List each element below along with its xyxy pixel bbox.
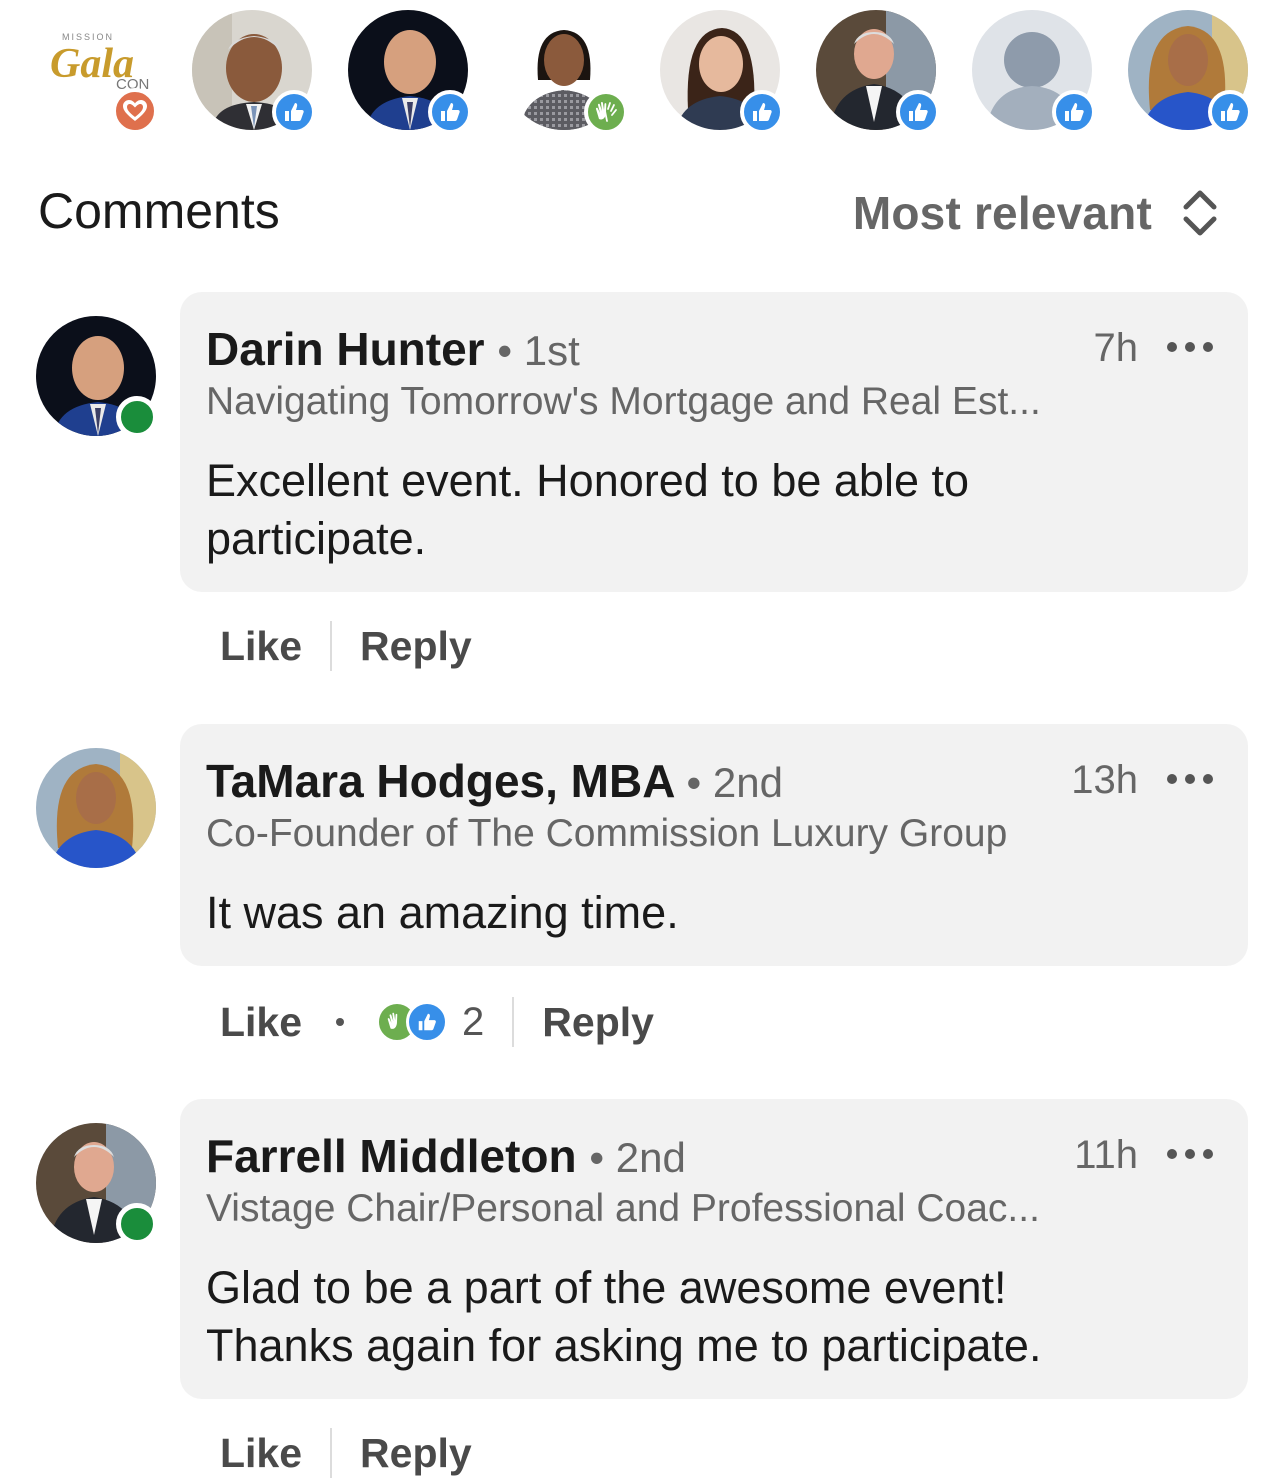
comment-text-line: participate. [206,513,427,564]
sort-chevrons-icon[interactable] [1178,183,1222,243]
action-divider [512,997,515,1047]
like-reaction-icon [406,1001,449,1043]
more-options-icon[interactable] [1166,772,1214,786]
comment-body: It was an amazing time. [206,884,1206,942]
like-reaction-icon [272,90,316,134]
like-button[interactable]: Like [220,1430,302,1477]
reactor-avatar[interactable] [816,10,940,134]
like-reaction-icon [896,90,940,134]
like-button[interactable]: Like [220,999,302,1046]
comment-actions: Like Reply [220,616,472,676]
comment-text-line: Thanks again for asking me to participat… [206,1320,1042,1371]
comment-bubble: TaMara Hodges, MBA • 2nd 13h Co-Founder … [180,724,1248,966]
more-options-icon[interactable] [1166,1147,1214,1161]
commenter-headline: Navigating Tomorrow's Mortgage and Real … [206,380,1041,423]
more-options-icon[interactable] [1166,340,1214,354]
connection-degree: • 2nd [589,1134,686,1181]
commenter-headline: Co-Founder of The Commission Luxury Grou… [206,812,1008,855]
love-reaction-icon [112,88,158,134]
sort-dropdown[interactable]: Most relevant [853,186,1152,240]
comment-timestamp: 11h [1074,1133,1138,1177]
online-status-icon [116,396,158,438]
comment-body: Glad to be a part of the awesome event! … [206,1259,1206,1375]
reactor-avatar[interactable]: MISSION Gala CON [36,10,158,134]
commenter-name[interactable]: Darin Hunter • 1st [206,322,580,376]
reactions-strip[interactable]: MISSION Gala CON [36,10,1256,134]
like-button[interactable]: Like [220,623,302,670]
comment-actions: Like 2 Reply [220,992,654,1052]
comment-item: Farrell Middleton • 2nd 11h Vistage Chai… [0,1099,1284,1479]
reply-button[interactable]: Reply [542,999,654,1046]
connection-degree: • 2nd [686,759,783,806]
reply-button[interactable]: Reply [360,623,472,670]
commenter-headline: Vistage Chair/Personal and Professional … [206,1187,1040,1230]
comment-item: TaMara Hodges, MBA • 2nd 13h Co-Founder … [0,724,1284,1084]
comment-actions: Like Reply [220,1423,472,1479]
avatar[interactable] [36,748,156,868]
comment-timestamp: 13h [1071,758,1138,802]
commenter-name[interactable]: TaMara Hodges, MBA • 2nd [206,754,783,808]
comment-bubble: Farrell Middleton • 2nd 11h Vistage Chai… [180,1099,1248,1399]
connection-degree: • 1st [497,327,580,374]
commenter-name-text[interactable]: Darin Hunter [206,323,485,375]
reply-button[interactable]: Reply [360,1430,472,1477]
reactor-avatar[interactable] [192,10,316,134]
like-reaction-icon [1052,90,1096,134]
comment-text-line: Excellent event. Honored to be able to [206,455,970,506]
comment-bubble: Darin Hunter • 1st 7h Navigating Tomorro… [180,292,1248,592]
commenter-name-text[interactable]: TaMara Hodges, MBA [206,755,674,807]
comments-heading: Comments [38,183,280,239]
commenter-name-text[interactable]: Farrell Middleton [206,1130,577,1182]
comment-text-line: It was an amazing time. [206,887,679,938]
reactor-avatar[interactable] [972,10,1096,134]
commenter-name[interactable]: Farrell Middleton • 2nd [206,1129,686,1183]
reaction-count-number: 2 [462,999,485,1044]
like-reaction-icon [740,90,784,134]
online-status-icon [116,1203,158,1245]
like-reaction-icon [428,90,472,134]
action-divider [330,621,333,671]
action-divider [330,1428,333,1478]
reactor-avatar[interactable] [348,10,472,134]
comment-timestamp: 7h [1093,326,1139,370]
reactor-avatar[interactable] [660,10,784,134]
reaction-count[interactable]: 2 [376,1000,484,1045]
comment-item: Darin Hunter • 1st 7h Navigating Tomorro… [0,292,1284,692]
comment-body: Excellent event. Honored to be able to p… [206,452,1206,568]
comment-text-line: Glad to be a part of the awesome event! [206,1262,1007,1313]
applause-reaction-icon [584,90,628,134]
separator-dot [336,1018,345,1026]
like-reaction-icon [1208,90,1252,134]
reactor-avatar[interactable] [1128,10,1252,134]
reactor-avatar[interactable] [504,10,628,134]
